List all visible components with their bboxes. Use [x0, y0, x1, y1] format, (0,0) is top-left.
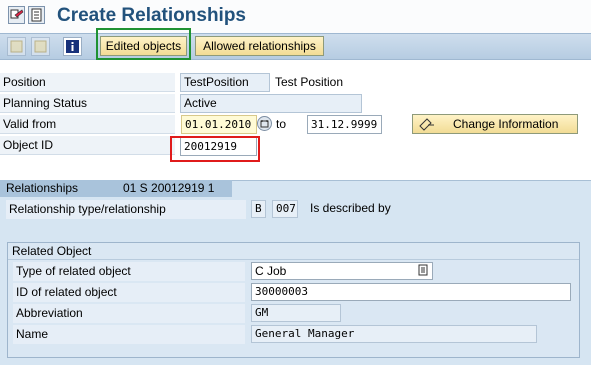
- related-object-header: Related Object: [8, 243, 579, 260]
- change-info-icon: [418, 117, 436, 136]
- relationships-header-info: 01 S 20012919 1: [123, 181, 215, 195]
- relationships-header-label: Relationships: [6, 181, 79, 195]
- valid-from-input[interactable]: 01.01.2010: [181, 115, 257, 134]
- relationship-type-code[interactable]: B: [251, 200, 266, 218]
- name-field[interactable]: General Manager: [251, 325, 537, 343]
- green-highlight-frame: [96, 28, 191, 60]
- planning-status-label: Planning Status: [0, 94, 175, 113]
- position-text: Test Position: [275, 75, 344, 89]
- position-field[interactable]: TestPosition: [180, 73, 270, 92]
- relationship-type-label: Relationship type/relationship: [6, 200, 246, 219]
- change-information-button[interactable]: Change Information: [412, 114, 578, 134]
- valid-to-input[interactable]: 31.12.9999: [307, 115, 382, 134]
- abbreviation-field[interactable]: GM: [251, 304, 341, 322]
- value-help-icon[interactable]: [418, 264, 429, 281]
- change-information-label: Change Information: [453, 117, 559, 131]
- related-object-title: Related Object: [12, 244, 92, 258]
- display-change-icon[interactable]: [8, 6, 25, 24]
- to-label: to: [276, 117, 287, 131]
- red-highlight-frame: [170, 136, 260, 162]
- related-object-id-input[interactable]: 30000003: [251, 283, 571, 301]
- related-object-id-label: ID of related object: [13, 283, 245, 302]
- info-icon[interactable]: [63, 37, 82, 56]
- next-object-icon[interactable]: [31, 37, 50, 56]
- position-label: Position: [0, 73, 175, 92]
- allowed-relationships-button[interactable]: Allowed relationships: [195, 36, 324, 56]
- related-object-type-input[interactable]: C Job: [251, 262, 433, 280]
- object-id-label: Object ID: [0, 136, 175, 155]
- abbreviation-label: Abbreviation: [13, 304, 245, 323]
- relationship-code[interactable]: 007: [272, 200, 298, 218]
- related-object-type-value: C Job: [255, 264, 287, 278]
- valid-from-label: Valid from: [0, 115, 175, 134]
- relationships-header: Relationships 01 S 20012919 1: [0, 180, 232, 197]
- related-object-type-label: Type of related object: [13, 262, 245, 281]
- relationship-text: Is described by: [310, 201, 391, 215]
- planning-status-field[interactable]: Active: [180, 94, 362, 113]
- document-icon[interactable]: [28, 6, 45, 24]
- previous-object-icon[interactable]: [7, 37, 26, 56]
- page-title: Create Relationships: [57, 5, 246, 26]
- name-label: Name: [13, 325, 245, 344]
- calendar-icon[interactable]: [257, 116, 272, 131]
